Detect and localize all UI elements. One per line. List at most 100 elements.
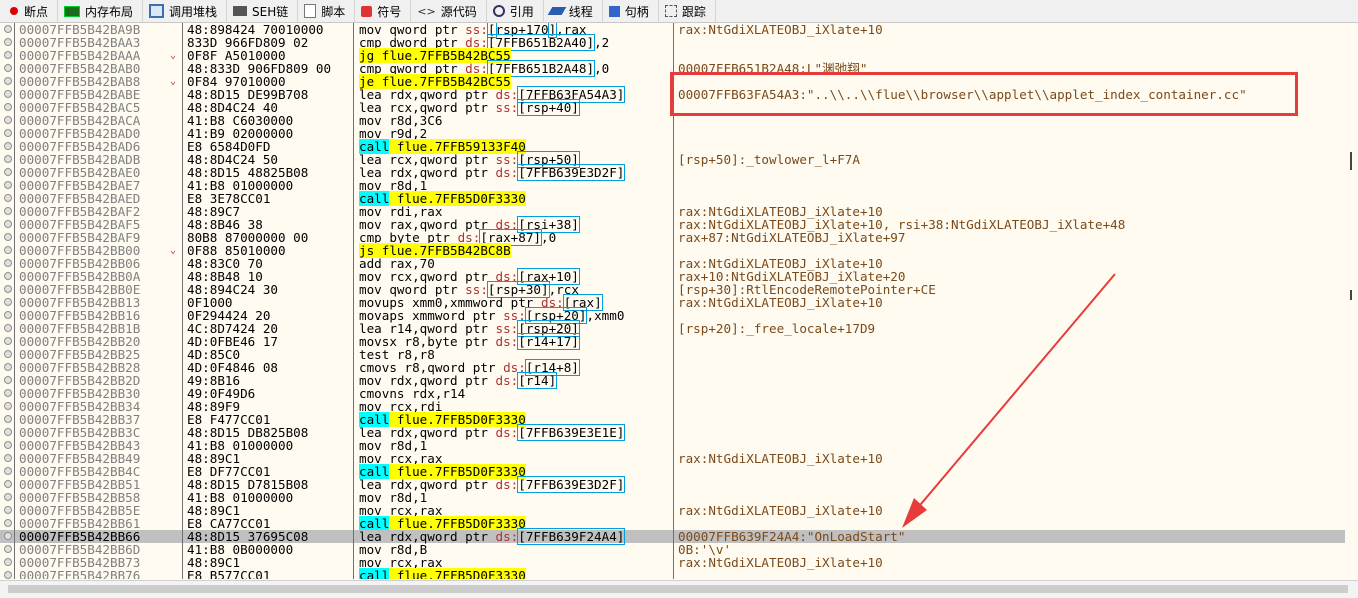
breakpoint-toggle-icon[interactable] [4,285,12,293]
breakpoint-toggle-icon[interactable] [4,493,12,501]
row-comment: rax:NtGdiXLATEOBJ_iXlate+10 [678,503,883,518]
horizontal-scrollbar[interactable] [0,580,1358,598]
row-address: 00007FFB5B42BB76 [19,568,141,579]
instruction-token: ds: [495,477,519,492]
breakpoint-toggle-icon[interactable] [4,350,12,358]
instruction-token: ds: [495,425,519,440]
tab-5[interactable]: 符号 [355,0,412,22]
scrollbar-thumb[interactable] [8,585,1348,593]
tab-label: 符号 [377,4,402,19]
breakpoint-toggle-icon[interactable] [4,376,12,384]
tab-label: 脚本 [321,4,346,19]
breakpoint-toggle-icon[interactable] [4,155,12,163]
breakpoint-dot-icon [10,7,18,15]
tab-label: 内存布局 [85,4,134,19]
breakpoint-toggle-icon[interactable] [4,220,12,228]
bytes-divider[interactable] [353,23,354,579]
breakpoint-toggle-icon[interactable] [4,142,12,150]
instruction-token: ds: [495,165,519,180]
breakpoint-toggle-icon[interactable] [4,324,12,332]
jump-arrow-icon: ⌄ [170,50,177,61]
breakpoint-toggle-icon[interactable] [4,532,12,540]
breakpoint-toggle-icon[interactable] [4,181,12,189]
breakpoint-toggle-icon[interactable] [4,337,12,345]
instruction-token: ,0 [594,61,610,76]
jump-arrow-icon: ⌄ [170,76,177,87]
breakpoint-toggle-icon[interactable] [4,38,12,46]
string-highlight-box [670,72,1298,116]
instruction-token: [7FFB639E3D2F] [517,476,626,493]
row-comment: rax+87:NtGdiXLATEOBJ_iXlate+97 [678,230,906,245]
call-stack-icon [149,4,165,18]
memory-map-icon [64,5,81,17]
breakpoint-toggle-icon[interactable] [4,233,12,241]
tab-label: 断点 [24,4,49,19]
breakpoint-toggle-icon[interactable] [4,64,12,72]
tab-1[interactable]: 内存布局 [58,0,144,22]
tab-label: SEH链 [252,4,289,19]
handles-icon [608,5,620,17]
row-instruction: call flue.7FFB5D0F3330 [359,568,526,579]
instruction-token: [7FFB639E3E1E] [517,424,626,441]
breakpoint-toggle-icon[interactable] [4,571,12,579]
tab-7[interactable]: 引用 [487,0,544,22]
tab-9[interactable]: 句柄 [603,0,659,22]
breakpoint-toggle-icon[interactable] [4,246,12,254]
breakpoint-toggle-icon[interactable] [4,116,12,124]
row-comment: rax:NtGdiXLATEOBJ_iXlate+10 [678,555,883,570]
breakpoint-toggle-icon[interactable] [4,77,12,85]
breakpoint-toggle-icon[interactable] [4,480,12,488]
breakpoint-toggle-icon[interactable] [4,415,12,423]
address-divider[interactable] [182,23,183,579]
tab-2[interactable]: 调用堆栈 [143,0,228,22]
instruction-token: [r14] [517,372,558,389]
tab-10[interactable]: 跟踪 [659,0,716,22]
breakpoint-toggle-icon[interactable] [4,168,12,176]
view-tab-bar: 断点 内存布局 调用堆栈 SEH链 脚本 符号 <> 源代码 引用 线程 句柄 跟踪 [0,0,1358,23]
breakpoint-toggle-icon[interactable] [4,90,12,98]
threads-icon [547,7,567,15]
breakpoint-toggle-icon[interactable] [4,402,12,410]
seh-chain-icon [233,6,248,16]
row-comment: rax:NtGdiXLATEOBJ_iXlate+10 [678,23,883,37]
scroll-marker [1350,290,1352,300]
instruction-token: ,0 [541,230,557,245]
breakpoint-toggle-icon[interactable] [4,103,12,111]
breakpoint-toggle-icon[interactable] [4,467,12,475]
breakpoint-toggle-icon[interactable] [4,25,12,33]
breakpoint-toggle-icon[interactable] [4,311,12,319]
gutter-divider [14,23,15,579]
tab-label: 跟踪 [681,4,706,19]
source-code-icon: <> [417,4,436,18]
breakpoint-toggle-icon[interactable] [4,51,12,59]
breakpoint-toggle-icon[interactable] [4,428,12,436]
tab-0[interactable]: 断点 [0,0,59,22]
breakpoint-toggle-icon[interactable] [4,545,12,553]
tab-label: 引用 [509,4,534,19]
tab-8[interactable]: 线程 [544,0,603,22]
breakpoint-toggle-icon[interactable] [4,259,12,267]
breakpoint-toggle-icon[interactable] [4,363,12,371]
symbols-icon [361,5,373,17]
breakpoint-toggle-icon[interactable] [4,441,12,449]
instruction-token: call [359,568,390,579]
references-icon [492,5,505,17]
tab-6[interactable]: <> 源代码 [411,0,487,22]
breakpoint-toggle-icon[interactable] [4,519,12,527]
row-comment: rax:NtGdiXLATEOBJ_iXlate+10 [678,295,883,310]
tab-4[interactable]: 脚本 [298,0,356,22]
breakpoint-toggle-icon[interactable] [4,558,12,566]
breakpoint-toggle-icon[interactable] [4,207,12,215]
breakpoint-toggle-icon[interactable] [4,389,12,397]
tab-label: 源代码 [440,4,477,19]
instruction-token: ds: [495,334,519,349]
breakpoint-toggle-icon[interactable] [4,506,12,514]
tab-3[interactable]: SEH链 [227,0,299,22]
breakpoint-toggle-icon[interactable] [4,298,12,306]
breakpoint-toggle-icon[interactable] [4,272,12,280]
breakpoint-toggle-icon[interactable] [4,129,12,137]
breakpoint-toggle-icon[interactable] [4,194,12,202]
instruction-token: ds: [495,529,519,544]
breakpoint-toggle-icon[interactable] [4,454,12,462]
script-icon [304,4,317,18]
